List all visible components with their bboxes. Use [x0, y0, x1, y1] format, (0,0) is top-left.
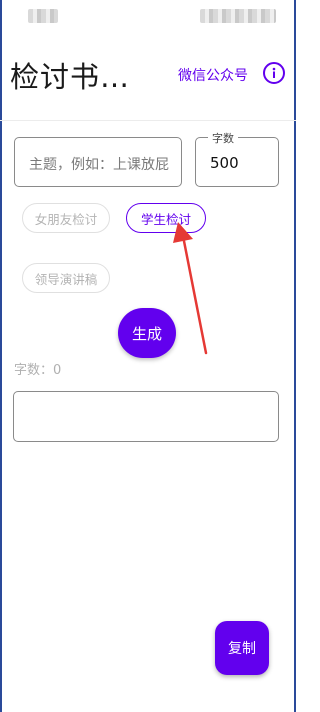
word-count-field[interactable]: 字数 500: [195, 130, 279, 187]
result-word-count-value: 0: [53, 363, 62, 378]
status-bar-time-redacted: [28, 9, 58, 23]
info-icon[interactable]: [263, 62, 285, 84]
topic-field[interactable]: 主题，例如：上课放屁: [14, 137, 182, 187]
chip-leader-speech[interactable]: 领导演讲稿: [22, 263, 110, 293]
topic-input-placeholder: 主题，例如：上课放屁: [29, 157, 169, 173]
word-count-value: 500: [210, 154, 239, 172]
copy-button[interactable]: 复制: [215, 621, 269, 675]
chip-girlfriend-apology[interactable]: 女朋友检讨: [22, 203, 110, 233]
chip-student-apology[interactable]: 学生检讨: [126, 203, 206, 233]
result-word-count-prefix: 字数：: [14, 363, 54, 378]
result-word-count: 字数：0: [14, 359, 61, 378]
wechat-official-account-link[interactable]: 微信公众号: [178, 65, 248, 85]
output-textarea[interactable]: [13, 391, 279, 442]
status-bar: [0, 0, 296, 34]
app-bar: 检讨书… 微信公众号: [0, 34, 296, 121]
app-title: 检讨书…: [10, 60, 131, 94]
status-bar-icons-redacted: [200, 9, 276, 23]
generate-button[interactable]: 生成: [118, 308, 176, 358]
word-count-label: 字数: [208, 130, 238, 146]
